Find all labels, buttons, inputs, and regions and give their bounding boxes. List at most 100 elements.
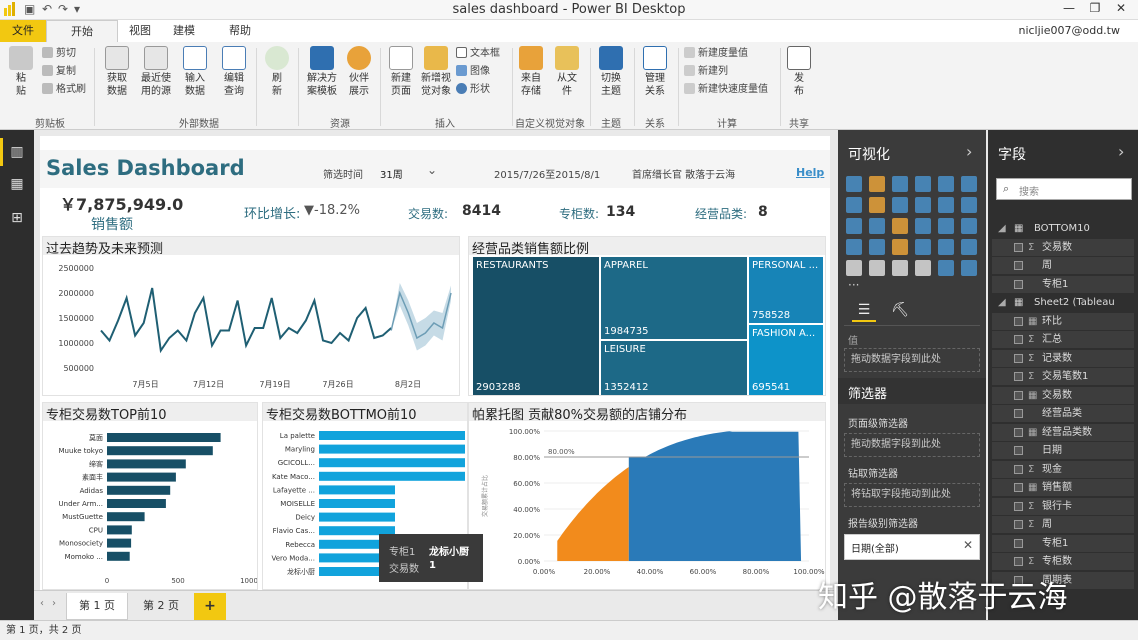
visual-type-icon[interactable]: [846, 218, 862, 234]
manage-relationships-button[interactable]: 管理 关系: [638, 46, 672, 98]
visual-type-icon[interactable]: [938, 197, 954, 213]
visual-type-icon[interactable]: [846, 176, 862, 192]
field-item[interactable]: Σ 现金: [992, 460, 1134, 478]
field-item[interactable]: 经营品类: [992, 405, 1134, 422]
visual-type-icon[interactable]: [892, 218, 908, 234]
field-checkbox[interactable]: [1014, 372, 1023, 381]
field-item[interactable]: Σ周: [992, 516, 1134, 533]
fields-well-icon[interactable]: ☰: [852, 302, 876, 322]
field-checkbox[interactable]: [1014, 446, 1023, 455]
treemap-tile[interactable]: LEISURE 1352412: [601, 341, 747, 395]
chevron-down-icon[interactable]: ⌄: [427, 163, 437, 177]
field-item[interactable]: ▦ 销售额: [992, 479, 1134, 496]
field-item[interactable]: 专柜1: [992, 275, 1134, 293]
add-page-button[interactable]: +: [194, 593, 226, 620]
page-tab-2[interactable]: 第 2 页: [130, 593, 192, 620]
more-visuals-icon[interactable]: ···: [848, 278, 859, 292]
week-slicer-value[interactable]: 31周: [380, 166, 403, 181]
field-item[interactable]: ▦ 交易数: [992, 386, 1134, 404]
visual-type-icon[interactable]: [892, 239, 908, 255]
visual-type-icon[interactable]: [892, 176, 908, 192]
field-checkbox[interactable]: [1014, 501, 1023, 511]
field-item[interactable]: Σ 汇总: [992, 331, 1134, 348]
visual-type-icon[interactable]: [892, 197, 908, 213]
from-file-button[interactable]: 从文 件: [552, 46, 582, 98]
visual-type-icon[interactable]: [961, 239, 977, 255]
trend-visual[interactable]: 过去趋势及未来预测 2500000 2000000 1500000 1000000 50…: [42, 236, 460, 396]
page-tab-1[interactable]: 第 1 页: [66, 593, 128, 620]
restore-button[interactable]: ❐: [1082, 1, 1108, 15]
remove-filter-icon[interactable]: ✕: [963, 538, 973, 552]
tab-file[interactable]: 文件: [0, 20, 46, 42]
cut-button[interactable]: 剪切: [42, 46, 76, 62]
visual-type-icon[interactable]: [869, 197, 885, 213]
field-item[interactable]: Σ 银行卡: [992, 497, 1134, 515]
expand-icon[interactable]: ◢: [998, 294, 1006, 311]
user-account[interactable]: nicljie007@odd.tw: [990, 20, 1120, 42]
treemap-tile[interactable]: APPAREL 1984735: [601, 257, 747, 339]
field-checkbox[interactable]: [1014, 538, 1023, 548]
publish-button[interactable]: 发 布: [784, 46, 814, 98]
format-paint-roller-icon[interactable]: ⛏: [888, 302, 912, 322]
field-item[interactable]: Σ 交易数: [992, 238, 1134, 256]
format-painter-button[interactable]: 格式刷: [42, 82, 86, 98]
visual-type-icon[interactable]: [915, 260, 931, 276]
field-item[interactable]: 周: [992, 257, 1134, 274]
field-checkbox[interactable]: [1014, 242, 1023, 252]
field-item[interactable]: 日期: [992, 442, 1134, 459]
visual-type-icon[interactable]: [915, 176, 931, 192]
recent-sources-button[interactable]: 最近使 用的源: [136, 46, 176, 98]
visual-type-icon[interactable]: [938, 176, 954, 192]
shapes-button[interactable]: 形状: [456, 82, 490, 98]
field-item[interactable]: ▦ 经营品类数: [992, 423, 1134, 441]
prev-page-icon[interactable]: ‹: [40, 598, 44, 609]
chevron-right-icon[interactable]: ›: [966, 142, 972, 161]
field-item[interactable]: Σ 专柜数: [992, 553, 1134, 570]
new-visual-button[interactable]: 新增视 觉对象: [418, 46, 454, 98]
data-view-icon[interactable]: ▦: [8, 176, 26, 192]
minimize-button[interactable]: —: [1056, 1, 1082, 15]
visual-type-icon[interactable]: [915, 239, 931, 255]
fields-search-input[interactable]: ⌕ 搜索: [996, 178, 1132, 200]
treemap-tile[interactable]: FASHION A... 695541: [749, 325, 823, 395]
visual-type-icon[interactable]: [869, 260, 885, 276]
switch-theme-button[interactable]: 切换 主题: [594, 46, 628, 98]
treemap-tile[interactable]: PERSONAL ... 758528: [749, 257, 823, 323]
field-checkbox[interactable]: [1014, 390, 1023, 400]
tab-view[interactable]: 视图: [122, 20, 158, 42]
field-checkbox[interactable]: [1014, 520, 1023, 529]
treemap-tile[interactable]: RESTAURANTS 2903288: [473, 257, 599, 395]
tab-modeling[interactable]: 建模: [166, 20, 202, 42]
visual-type-icon[interactable]: [938, 239, 954, 255]
visual-type-icon[interactable]: [938, 218, 954, 234]
field-checkbox[interactable]: [1014, 316, 1023, 326]
from-store-button[interactable]: 来自 存储: [516, 46, 546, 98]
field-checkbox[interactable]: [1014, 261, 1023, 270]
pareto-visual[interactable]: 帕累托图 贡献80%交易额的店铺分布 100.00% 80.00% 60.00% 40…: [468, 402, 826, 590]
chevron-right-icon[interactable]: ›: [1118, 142, 1124, 161]
visual-type-icon[interactable]: [869, 218, 885, 234]
field-checkbox[interactable]: [1014, 557, 1023, 566]
visual-type-icon[interactable]: [961, 176, 977, 192]
drill-filters-drop-zone[interactable]: 将钻取字段拖动到此处: [844, 483, 980, 507]
visual-type-icon[interactable]: [869, 239, 885, 255]
field-item[interactable]: ▦ 环比: [992, 312, 1134, 330]
field-checkbox[interactable]: [1014, 427, 1023, 437]
help-link[interactable]: Help: [796, 166, 824, 179]
field-table[interactable]: ◢▦Sheet2 (Tableau测...: [992, 294, 1134, 325]
field-checkbox[interactable]: [1014, 464, 1023, 474]
close-button[interactable]: ✕: [1108, 1, 1134, 15]
visual-type-icon[interactable]: [938, 260, 954, 276]
top10-visual[interactable]: 专柜交易数TOP前10 莫面 Muuke tokyo 缔客 素面丰 Adidas Unde…: [42, 402, 258, 590]
values-drop-zone[interactable]: 拖动数据字段到此处: [844, 348, 980, 372]
date-filter-card[interactable]: 日期(全部) ✕: [844, 534, 980, 560]
copy-button[interactable]: 复制: [42, 64, 76, 80]
report-view-icon[interactable]: ▥: [8, 144, 26, 160]
page-filters-drop-zone[interactable]: 拖动数据字段到此处: [844, 433, 980, 457]
visual-type-icon[interactable]: [846, 197, 862, 213]
new-measure-button[interactable]: 新建度量值: [684, 46, 748, 62]
field-table[interactable]: ◢ ▦ BOTTOM10: [992, 220, 1134, 237]
visual-type-icon[interactable]: [915, 218, 931, 234]
image-button[interactable]: 图像: [456, 64, 490, 80]
field-checkbox[interactable]: [1014, 335, 1023, 344]
